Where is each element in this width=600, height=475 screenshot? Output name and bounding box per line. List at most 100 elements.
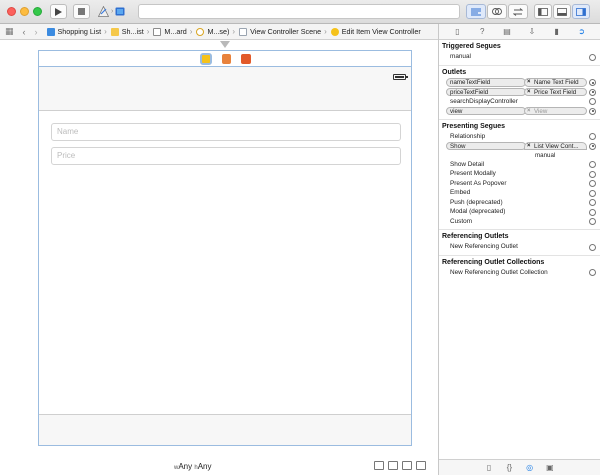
outlet-row-view: view × View	[439, 106, 600, 116]
connection-circle[interactable]	[589, 133, 596, 140]
navigator-panel-icon	[538, 7, 548, 16]
connection-circle[interactable]	[589, 53, 596, 61]
toggle-utilities-button[interactable]	[572, 4, 590, 19]
segue-row-embed: Embed	[439, 188, 600, 198]
connection-circle[interactable]	[589, 243, 596, 251]
section-title-referencing-outlets: Referencing Outlets	[439, 229, 600, 242]
standard-editor-button[interactable]	[466, 4, 486, 19]
size-class-control[interactable]: wAny hAny	[174, 462, 212, 471]
connection-circle[interactable]	[589, 170, 596, 178]
outlet-row-search-display-controller: searchDisplayController	[439, 97, 600, 107]
bottom-toolbar[interactable]	[39, 414, 411, 445]
assistant-editor-icon	[492, 8, 502, 15]
toggle-navigator-button[interactable]	[534, 4, 552, 19]
code-snippet-library-icon[interactable]: {}	[505, 463, 514, 472]
breadcrumb-scene[interactable]: View Controller Scene ›	[239, 27, 327, 36]
version-editor-button[interactable]	[508, 4, 528, 19]
assistant-editor-button[interactable]	[487, 4, 507, 19]
navigation-bar[interactable]	[39, 67, 411, 111]
segue-target-sub: manual	[535, 151, 556, 159]
segue-row-show: Show × List View Cont...	[439, 141, 600, 151]
identity-inspector-icon[interactable]: ▤	[503, 27, 512, 36]
price-text-field[interactable]: Price	[51, 147, 401, 165]
jump-bar: ▦ ‹ › Shopping List › Sh...ist › M...ard › …	[0, 24, 438, 40]
connection-circle[interactable]	[589, 79, 596, 86]
connections-inspector: ▯ ? ▤ ⇩ ▮ ➲ Triggered Segues manual Outl…	[439, 24, 600, 475]
scene-icon	[239, 27, 248, 36]
file-template-library-icon[interactable]: ▯	[485, 463, 494, 472]
play-icon	[55, 7, 62, 16]
connection-circle[interactable]	[589, 98, 596, 105]
attributes-inspector-icon[interactable]: ⇩	[527, 27, 536, 36]
view-controller-icon	[330, 27, 339, 36]
stop-icon	[78, 8, 85, 15]
outlet-row-price-text-field: priceTextField × Price Text Field	[439, 87, 600, 97]
device-icon	[115, 7, 125, 16]
first-responder-icon[interactable]	[221, 53, 231, 64]
connection-circle[interactable]	[589, 161, 596, 168]
media-library-icon[interactable]: ▣	[545, 463, 554, 472]
stop-button[interactable]	[73, 4, 90, 19]
connections-inspector-icon[interactable]: ➲	[577, 27, 586, 36]
related-items-icon[interactable]: ▦	[5, 26, 14, 37]
run-button[interactable]	[50, 4, 67, 19]
storyboard-canvas[interactable]: Name Price	[0, 41, 438, 475]
connection-circle[interactable]	[589, 88, 596, 96]
connection-circle[interactable]	[589, 189, 596, 197]
exit-icon[interactable]	[240, 53, 251, 64]
connection-circle[interactable]	[589, 180, 596, 187]
battery-icon	[393, 74, 408, 80]
name-text-field[interactable]: Name	[51, 123, 401, 141]
segue-row-push: Push (deprecated)	[439, 198, 600, 208]
pin-icon[interactable]	[402, 461, 412, 470]
resolve-layout-icon[interactable]	[416, 461, 426, 470]
minimize-window-button[interactable]	[20, 7, 29, 16]
new-referencing-outlet-collection-row: New Referencing Outlet Collection	[439, 268, 600, 278]
section-title-triggered-segues: Triggered Segues	[442, 43, 501, 50]
segue-row-modal: Modal (deprecated)	[439, 207, 600, 217]
breadcrumb-view-controller[interactable]: Edit Item View Controller	[330, 27, 421, 36]
segue-row-custom: Custom	[439, 217, 600, 227]
view-controller-dock-icon[interactable]	[199, 52, 212, 65]
breadcrumb-storyboard[interactable]: M...ard ›	[153, 27, 192, 36]
close-window-button[interactable]	[7, 7, 16, 16]
connection-circle[interactable]	[589, 269, 596, 276]
breadcrumb-group[interactable]: Sh...ist ›	[110, 27, 149, 36]
forward-arrow-icon[interactable]: ›	[35, 27, 38, 37]
back-arrow-icon[interactable]: ‹	[23, 27, 26, 37]
connection-circle[interactable]	[589, 107, 596, 115]
toggle-debug-area-button[interactable]	[553, 4, 571, 19]
outlet-target[interactable]: × Name Text Field	[524, 78, 587, 87]
connection-circle[interactable]	[589, 208, 596, 216]
zoom-window-button[interactable]	[33, 7, 42, 16]
inspector-tabs: ▯ ? ▤ ⇩ ▮ ➲	[439, 24, 600, 40]
standard-editor-icon	[471, 8, 481, 15]
outlet-row-name-text-field: nameTextField × Name Text Field	[439, 78, 600, 88]
size-inspector-icon[interactable]: ▮	[552, 27, 561, 36]
scheme-selector[interactable]: ›	[98, 4, 130, 19]
breadcrumb-project[interactable]: Shopping List ›	[46, 27, 107, 36]
view-controller-canvas[interactable]: Name Price	[38, 66, 412, 446]
embed-stack-icon[interactable]	[374, 461, 384, 470]
folder-icon	[110, 27, 119, 36]
connection-row-manual: manual	[439, 52, 600, 62]
connection-circle[interactable]	[589, 142, 596, 150]
storyboard-file-icon	[153, 27, 162, 36]
disconnect-x-icon: ×	[527, 88, 531, 95]
quick-help-icon[interactable]: ?	[478, 27, 487, 36]
connection-circle[interactable]	[589, 218, 596, 225]
outlet-target[interactable]: × View	[524, 106, 587, 115]
activity-viewer	[138, 4, 460, 19]
segue-target[interactable]: × List View Cont...	[524, 141, 587, 150]
align-icon[interactable]	[388, 461, 398, 470]
connection-circle[interactable]	[589, 199, 596, 206]
debug-panel-icon	[557, 7, 567, 16]
new-referencing-outlet-row: New Referencing Outlet	[439, 242, 600, 252]
object-library-icon[interactable]: ◎	[525, 463, 534, 472]
section-title-presenting-segues: Presenting Segues	[439, 118, 600, 132]
canvas-tools	[374, 461, 426, 470]
file-inspector-icon[interactable]: ▯	[453, 27, 462, 36]
disconnect-x-icon: ×	[527, 79, 531, 85]
breadcrumb-storyboard-base[interactable]: M...se) ›	[196, 27, 235, 36]
outlet-target[interactable]: × Price Text Field	[524, 87, 587, 96]
